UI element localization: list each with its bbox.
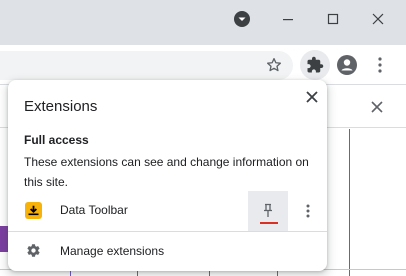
- puzzle-icon: [307, 56, 324, 73]
- maximize-button[interactable]: [311, 0, 355, 38]
- more-vert-icon: [378, 57, 382, 73]
- account-icon: [337, 55, 357, 75]
- extension-row[interactable]: Data Toolbar: [8, 191, 327, 231]
- pin-extension-button[interactable]: [248, 191, 288, 231]
- minimize-button[interactable]: [266, 0, 310, 38]
- minimize-icon: [283, 19, 293, 21]
- close-icon: [371, 101, 383, 113]
- maximize-icon: [327, 13, 339, 25]
- infobar-close-button[interactable]: [366, 96, 388, 118]
- extension-more-button[interactable]: [296, 199, 320, 223]
- browser-toolbar: [0, 45, 406, 85]
- close-window-button[interactable]: [356, 0, 400, 38]
- extension-name: Data Toolbar: [60, 203, 128, 217]
- address-bar[interactable]: [0, 51, 293, 80]
- chevron-down-circle-icon: [234, 11, 250, 27]
- more-vert-icon: [306, 204, 310, 218]
- close-icon: [372, 13, 384, 25]
- star-icon: [267, 58, 281, 72]
- browser-menu-button[interactable]: [365, 50, 395, 80]
- manage-extensions-row[interactable]: Manage extensions: [8, 232, 327, 270]
- extensions-popup: Extensions Full access These extensions …: [8, 80, 327, 271]
- tab-search-button[interactable]: [220, 0, 264, 38]
- popup-title: Extensions: [24, 98, 98, 115]
- pin-icon: [264, 203, 272, 217]
- page-divider-line: [349, 129, 350, 276]
- download-box-icon: [25, 202, 42, 219]
- popup-close-button[interactable]: [301, 86, 323, 108]
- close-icon: [306, 91, 318, 103]
- pin-underline-highlight: [260, 222, 278, 224]
- section-heading: Full access: [24, 133, 89, 147]
- extensions-button[interactable]: [300, 50, 330, 80]
- gear-icon: [25, 242, 42, 259]
- page-thumbnail: [0, 226, 8, 252]
- section-description: These extensions can see and change info…: [24, 155, 309, 189]
- manage-extensions-link[interactable]: Manage extensions: [60, 244, 164, 258]
- bookmark-star-button[interactable]: [260, 51, 288, 79]
- profile-button[interactable]: [332, 50, 362, 80]
- window-title-bar: [0, 0, 406, 45]
